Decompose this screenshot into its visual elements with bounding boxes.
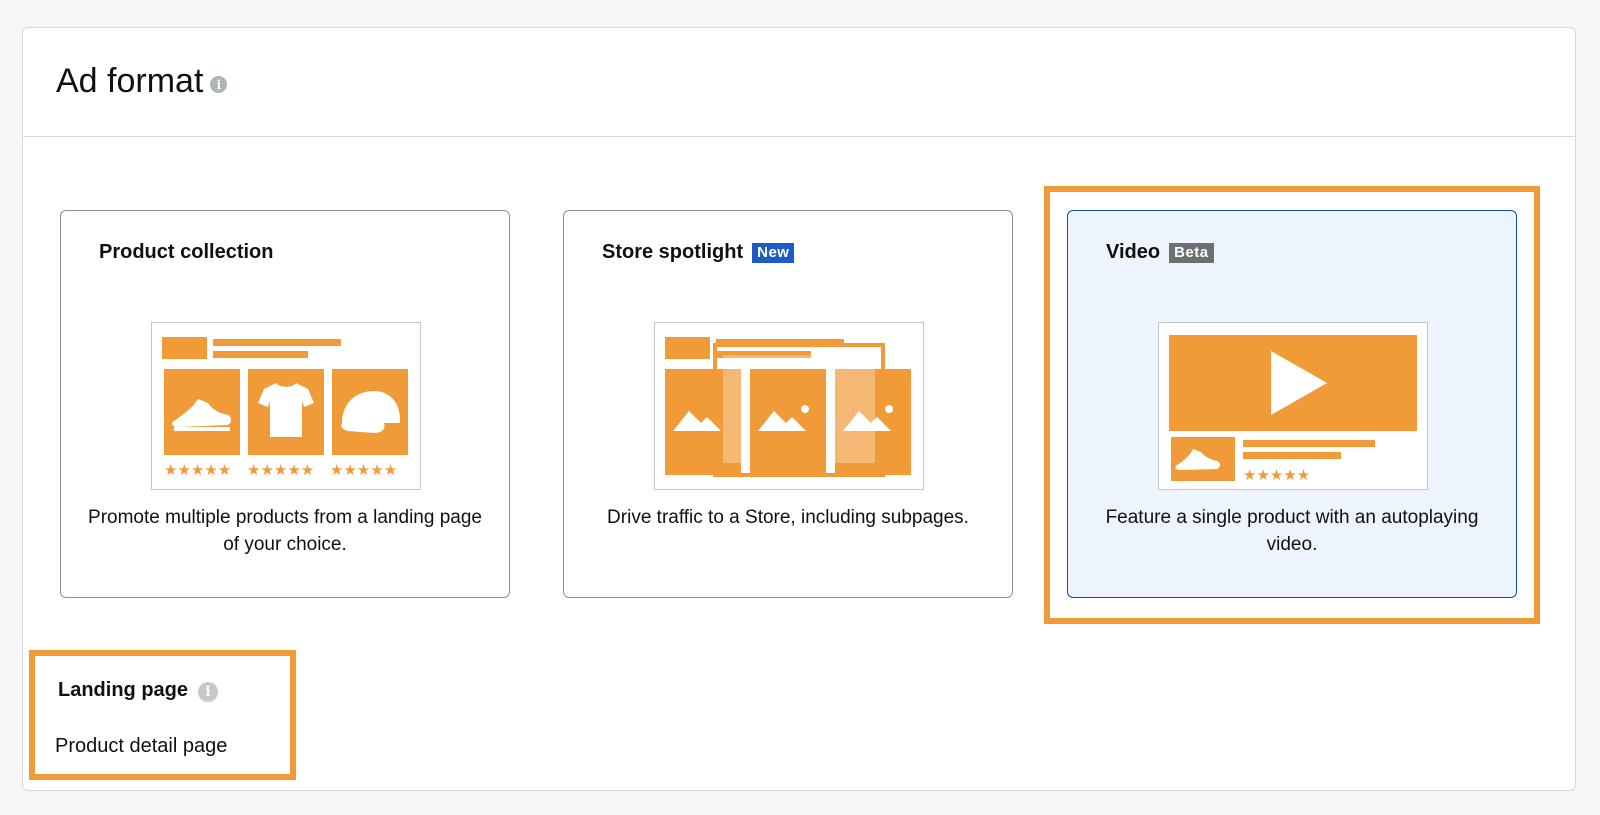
card-title: Product collection xyxy=(99,241,273,264)
card-title: Store spotlight New xyxy=(602,241,795,264)
card-title-text: Video xyxy=(1106,241,1161,263)
product-collection-illustration: ★★★★★ ★★★★★ ★★★★★ xyxy=(151,322,421,490)
svg-text:★★★★★: ★★★★★ xyxy=(330,461,397,479)
card-description: Promote multiple products from a landing… xyxy=(88,507,482,555)
ad-format-card-video[interactable]: Video Beta ★★★★★ Feature a single produc… xyxy=(1067,210,1517,598)
landing-page-section: Landing page i Product detail page xyxy=(29,650,296,780)
new-badge: New xyxy=(752,242,795,263)
card-description: Feature a single product with an autopla… xyxy=(1105,507,1479,555)
landing-page-label: Landing page i xyxy=(58,679,218,702)
store-spotlight-image xyxy=(665,337,911,477)
landing-page-value: Product detail page xyxy=(55,735,228,757)
ad-format-card-product-collection[interactable]: Product collection ★★★★★ ★★★★★ ★★★★★ Pro… xyxy=(60,210,510,598)
panel-header: Ad format i xyxy=(23,28,1575,137)
page-title-text: Ad format xyxy=(56,62,204,100)
rating-stars: ★★★★★ ★★★★★ ★★★★★ xyxy=(164,461,397,479)
page-title: Ad format i xyxy=(56,62,228,101)
info-icon[interactable]: i xyxy=(210,76,228,93)
info-icon[interactable]: i xyxy=(198,681,218,702)
product-collection-image: ★★★★★ ★★★★★ ★★★★★ xyxy=(162,337,408,479)
rating-stars: ★★★★★ xyxy=(1243,466,1310,484)
card-title-text: Store spotlight xyxy=(602,241,744,263)
card-description: Drive traffic to a Store, including subp… xyxy=(607,507,969,528)
svg-text:★★★★★: ★★★★★ xyxy=(247,461,314,479)
video-image: ★★★★★ xyxy=(1169,335,1417,484)
video-illustration: ★★★★★ xyxy=(1158,322,1428,490)
beta-badge: Beta xyxy=(1169,242,1214,263)
ad-format-card-store-spotlight[interactable]: Store spotlight New Drive traffic to a S… xyxy=(563,210,1013,598)
svg-text:★★★★★: ★★★★★ xyxy=(164,461,231,479)
landing-page-label-text: Landing page xyxy=(58,679,188,701)
card-title: Video Beta xyxy=(1106,241,1214,264)
card-title-text: Product collection xyxy=(99,241,274,263)
store-spotlight-illustration xyxy=(654,322,924,490)
